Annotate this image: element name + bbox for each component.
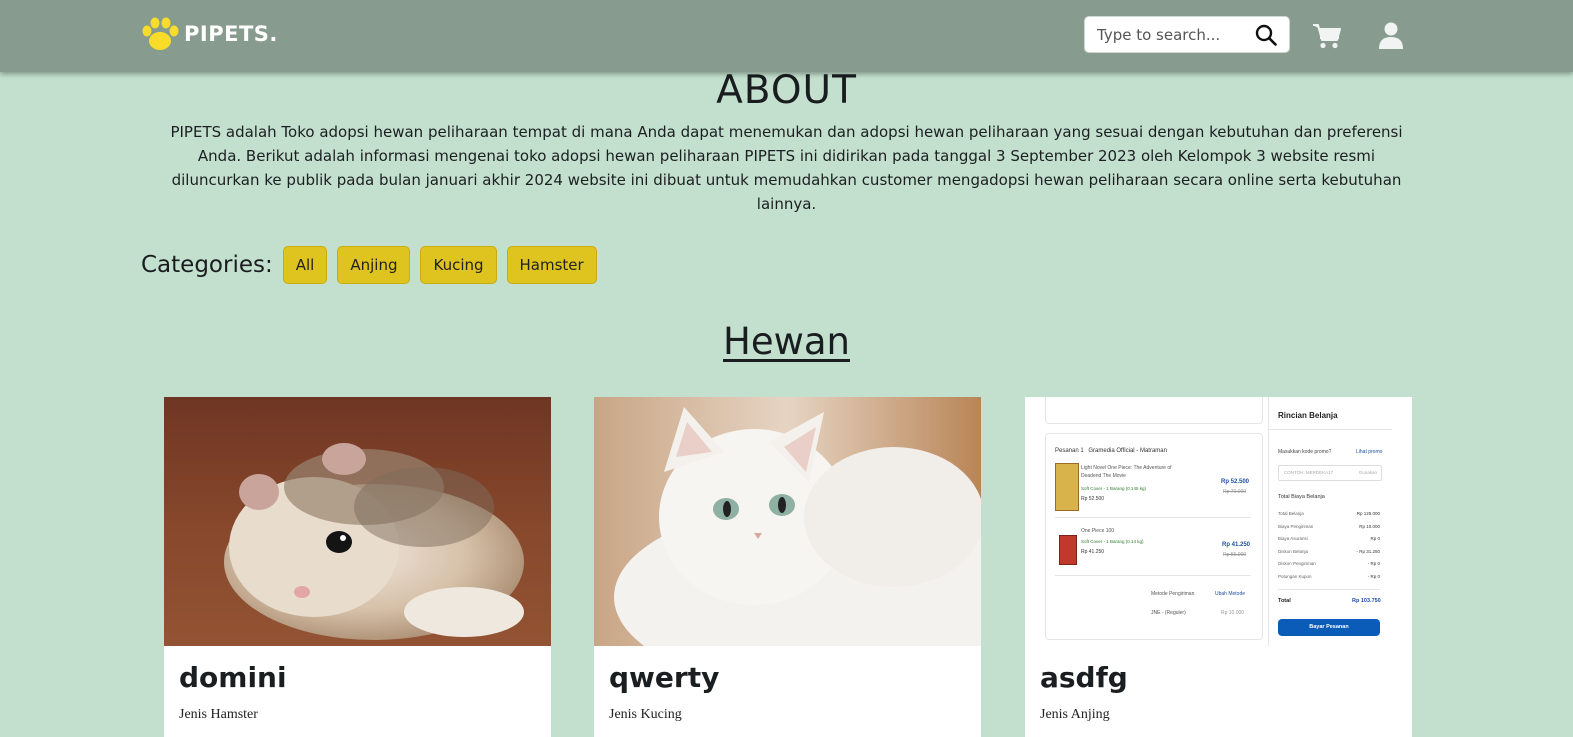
receipt-promo-placeholder: CONTOH: MERDEKA17 [1284, 470, 1334, 475]
pet-name[interactable]: asdfg [1040, 661, 1128, 694]
receipt-total-label: Total Biaya Belanja [1278, 494, 1325, 500]
receipt-seller: Gramedia Official - Matraman [1088, 448, 1167, 454]
top-navbar: PIPETS. [0, 0, 1573, 72]
categories-label: Categories: [141, 252, 273, 278]
receipt-top-panel [1045, 397, 1263, 424]
receipt-shipping-label: Metode Pengiriman [1151, 591, 1195, 597]
receipt-item2-price: Rp 41.250 [1222, 542, 1251, 548]
search-box [1084, 16, 1290, 53]
receipt-item1-meta: Soft Cover - 1 Barang (0.145 kg) [1081, 486, 1147, 491]
paw-icon [142, 17, 179, 50]
receipt-item1-old-price: Rp 70.000 [1223, 489, 1247, 495]
receipt-item2-title: One Piece 100 [1081, 528, 1115, 534]
pet-type: Jenis Hamster [179, 707, 258, 722]
pet-name[interactable]: qwerty [609, 661, 719, 694]
receipt-item1-price: Rp 52.500 [1221, 479, 1250, 485]
receipt-shipping-cost: Rp 10.000 [1221, 610, 1245, 616]
brand-logo[interactable]: PIPETS. [140, 16, 278, 52]
brand-name: PIPETS. [184, 22, 278, 46]
receipt-shipping-link: Ubah Metode [1215, 591, 1246, 597]
about-description: PIPETS adalah Toko adopsi hewan pelihara… [170, 123, 1403, 213]
cart-icon[interactable] [1312, 22, 1342, 50]
receipt-rows: Total Belanja Rp 125.000 Biaya Pengiriman… [1278, 511, 1380, 579]
receipt-grand-value: Rp 103.750 [1352, 598, 1381, 604]
receipt-book-cover-1 [1055, 463, 1079, 511]
category-button-all[interactable]: All [282, 246, 328, 284]
section-title: Hewan [723, 320, 850, 363]
pet-name[interactable]: domini [179, 661, 287, 694]
receipt-item1-title: Light Novel One Piece: The Adventure of … [1081, 465, 1172, 479]
receipt-shipping-method: JNE - (Reguler) [1151, 610, 1186, 616]
pet-card[interactable]: qwerty Jenis Kucing [594, 397, 981, 737]
receipt-item2-meta: Soft Cover - 1 Barang (0.14 kg) [1081, 539, 1144, 544]
receipt-pay-button: Bayar Pesanan [1278, 619, 1380, 636]
receipt-order-label: Pesanan 1 [1055, 448, 1084, 454]
pet-image-cat[interactable] [594, 397, 981, 646]
user-icon[interactable] [1378, 22, 1404, 50]
about-title: ABOUT [716, 68, 857, 113]
receipt-apply-label: Gunakan [1358, 470, 1377, 475]
category-button-anjing[interactable]: Anjing [337, 246, 411, 284]
category-button-hamster[interactable]: Hamster [506, 246, 597, 284]
pet-image-receipt[interactable]: Pesanan 1 Gramedia Official - Matraman L… [1025, 397, 1412, 646]
pet-type: Jenis Anjing [1040, 707, 1110, 722]
receipt-book-cover-2 [1059, 535, 1077, 565]
receipt-item2-old-price: Rp 55.000 [1223, 552, 1247, 558]
pet-card[interactable]: domini Jenis Hamster [164, 397, 551, 737]
search-icon[interactable] [1255, 24, 1277, 46]
receipt-item1-price-small: Rp 52.500 [1081, 496, 1105, 502]
receipt-promo-link: Lihat promo [1356, 449, 1383, 455]
receipt-promo-label: Masukkan kode promo? [1278, 449, 1332, 455]
category-button-kucing[interactable]: Kucing [420, 246, 497, 284]
receipt-summary-title: Rincian Belanja [1278, 411, 1338, 420]
pet-card[interactable]: Pesanan 1 Gramedia Official - Matraman L… [1025, 397, 1412, 737]
pet-image-hamster[interactable] [164, 397, 551, 646]
receipt-grand-label: Total [1278, 598, 1291, 604]
receipt-item2-price-small: Rp 41.250 [1081, 549, 1105, 555]
category-filter: Categories: All Anjing Kucing Hamster [141, 246, 607, 284]
search-input[interactable] [1085, 17, 1257, 52]
pet-type: Jenis Kucing [609, 707, 682, 722]
